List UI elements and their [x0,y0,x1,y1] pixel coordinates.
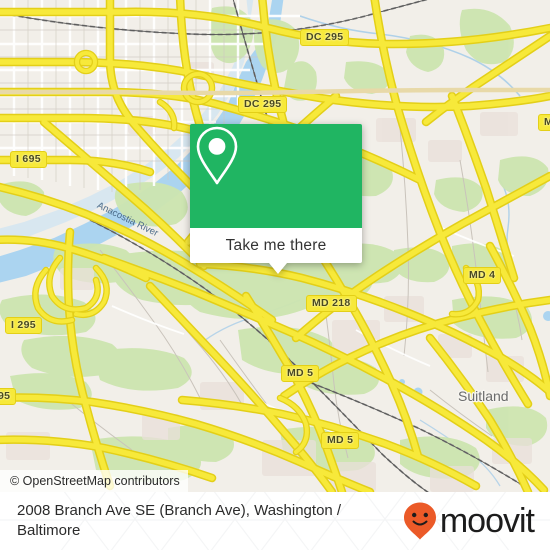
footer-content: 2008 Branch Ave SE (Branch Ave), Washing… [0,492,550,550]
road-shield: I 695 [10,151,47,168]
address-label: 2008 Branch Ave SE (Branch Ave), Washing… [17,502,342,539]
moovit-wordmark: moovit [439,502,535,540]
footer-bar: 2008 Branch Ave SE (Branch Ave), Washing… [0,492,550,550]
road-shield: MD 5 [321,432,360,449]
road-shield: 95 [0,388,17,405]
road-shield: MD 5 [281,365,320,382]
location-popup-card[interactable]: Take me there [190,124,362,274]
osm-attribution[interactable]: © OpenStreetMap contributors [0,470,188,492]
moovit-map-screenshot: DC 295 DC 295 I 695 M MD 4 MD 218 I 295 MD 5 95 M… [0,0,550,550]
road-shield: MD 4 [463,267,502,284]
take-me-there-label: Take me there [225,236,327,254]
moovit-brand[interactable]: moovit [402,501,535,541]
road-shield: MD 218 [306,295,357,312]
road-shield: DC 295 [300,29,350,46]
road-shield: M [538,114,550,131]
popup-header [190,124,362,228]
popup-pointer-tail [269,263,287,274]
place-label: Suitland [458,388,509,404]
map-canvas[interactable]: DC 295 DC 295 I 695 M MD 4 MD 218 I 295 MD 5 95 M… [0,0,550,492]
road-shield: DC 295 [238,96,288,113]
moovit-pin-icon [403,502,436,540]
popup-action-bar[interactable]: Take me there [190,228,362,263]
road-shield: I 295 [5,317,42,334]
map-pin-icon [196,126,238,185]
